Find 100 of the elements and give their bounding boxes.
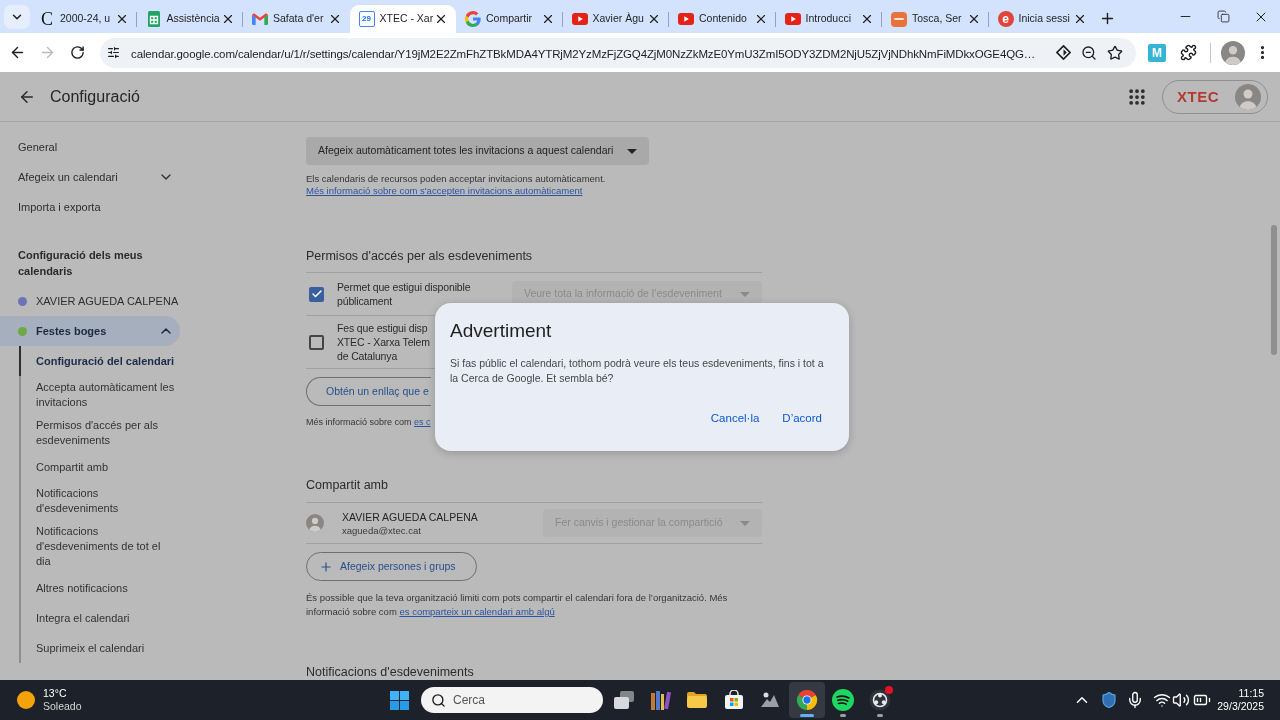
stacked-windows-icon — [613, 690, 636, 710]
video-play-icon — [678, 13, 694, 25]
video-play-icon — [784, 13, 801, 25]
clock-time: 11:15 — [1238, 687, 1264, 700]
browser-tab[interactable]: Tosca, Ser — [882, 5, 989, 33]
browser-tab[interactable]: Contenido — [669, 5, 776, 33]
apps-grid-icon[interactable] — [1127, 86, 1147, 107]
sliders-icon[interactable] — [106, 46, 120, 59]
caret-down-icon — [740, 291, 750, 297]
settings-nav-link[interactable]: Notificacions d'esdeveniments de tot el dia — [19, 520, 178, 573]
shopping-bag-icon — [723, 690, 744, 710]
checkbox[interactable] — [309, 286, 324, 302]
browser-tab[interactable]: Introducci — [775, 5, 882, 33]
page-title: Configuració — [50, 86, 140, 107]
close-icon[interactable] — [1073, 12, 1087, 26]
browser-tab[interactable]: Assistència — [136, 5, 243, 33]
address-bar[interactable]: calendar.google.com/calendar/u/1/r/settings/calendar/Y19jM2E2ZmFhZTBkMDA4YTRjM2YzMzFjZGQ4ZjM0NzZkMzE0YmU3ZmI5ODY3ZDM2NjU5ZjVjNDhkNmFiMDkxOGE4QG… — [100, 37, 1136, 68]
section-heading: Compartit amb — [306, 477, 388, 494]
temperature-text: 13°C — [43, 687, 68, 700]
new-tab-icon[interactable] — [1099, 10, 1116, 27]
checkbox-label: Fes que estigui disp XTEC - Xarxa Telem de Catalunya — [337, 321, 430, 363]
settings-nav-link[interactable]: Accepta automàticament les invitacions — [19, 376, 178, 414]
browser-tab[interactable]: Compartir — [456, 5, 563, 33]
mail-icon — [252, 13, 268, 25]
help-text: És possible que la teva organització limiti com pots compartir el calendari fora de l’organització. Més informació sobre com es comparteix un calendari amb algú — [306, 591, 729, 619]
g-logo-icon — [465, 11, 481, 27]
section-heading: Notificacions d'esdeveniments — [306, 665, 474, 680]
taskbar-search-field[interactable]: Cerca — [421, 687, 603, 713]
settings-nav-link[interactable]: Integra el calendari — [19, 603, 178, 633]
close-icon[interactable] — [860, 12, 874, 26]
profile-avatar-icon — [1221, 40, 1245, 65]
sidebar-item[interactable]: Importa i exporta — [0, 192, 180, 222]
books-icon — [649, 690, 672, 710]
settings-nav-link[interactable]: Suprimeix el calendari — [19, 633, 178, 663]
taskbar-app-button[interactable] — [788, 682, 825, 718]
shield-icon[interactable] — [1100, 691, 1119, 709]
settings-nav-link[interactable]: Altres notificacions — [19, 573, 178, 603]
tab-search-button[interactable] — [4, 5, 30, 29]
search-icon — [431, 692, 446, 708]
calendar-item[interactable]: Festes boges — [0, 316, 180, 346]
wifi-icon[interactable] — [1153, 691, 1172, 709]
browser-tab[interactable]: e Inicia sessi — [988, 5, 1095, 33]
account-avatar-icon — [1235, 83, 1261, 110]
calendar-item[interactable]: XAVIER AGUEDA CALPENA — [0, 286, 180, 316]
get-link-button[interactable]: Obtén un enllaç que e — [306, 377, 431, 406]
help-link[interactable]: es c — [414, 417, 431, 427]
close-icon[interactable] — [647, 12, 661, 26]
diamond-icon[interactable] — [1055, 45, 1071, 60]
url-text: calendar.google.com/calendar/u/1/r/settings/calendar/Y19jM2E2ZmFhZTBkMDA4YTRjM2YzMzFjZGQ4ZjM0NzZkMzE0YmU3ZmI5ODY3ZDM2NjU5ZjVjNDhkNmFiMDkxOGE4QG… — [131, 47, 1036, 60]
person-email: xagueda@xtec.cat — [342, 523, 422, 537]
close-icon[interactable] — [434, 12, 448, 26]
sidebar-item[interactable]: Afegeix un calendari — [0, 162, 180, 192]
checkbox-label: Permet que estigui disponible públicament — [337, 280, 471, 308]
picture-icon — [759, 690, 782, 710]
spotify-icon — [832, 689, 855, 711]
browser-tab[interactable]: C 2000-24, u — [30, 5, 137, 33]
spreadsheet-icon — [147, 11, 160, 27]
sidebar-item[interactable]: General — [0, 132, 180, 162]
section-heading: Permisos d'accés per als esdeveniments — [306, 248, 533, 265]
settings-nav-link[interactable]: Configuració del calendari — [19, 346, 178, 376]
folder-icon — [686, 691, 709, 709]
plus-icon — [319, 559, 333, 574]
star-icon[interactable] — [1107, 44, 1123, 61]
person-name: XAVIER AGUEDA CALPENA — [342, 509, 479, 524]
zoom-out-icon[interactable] — [1081, 44, 1097, 61]
restore-icon[interactable] — [1216, 10, 1230, 23]
close-icon[interactable] — [221, 12, 235, 26]
browser-tab[interactable]: 29 XTEC - Xar — [349, 5, 456, 33]
help-link[interactable]: Més informació sobre com s'accepten invitacions automàticament — [306, 185, 583, 196]
weather-condition: Soleado — [43, 700, 82, 713]
dialog-button[interactable]: D’acord — [772, 404, 832, 434]
settings-nav-link[interactable]: Compartit amb — [19, 452, 178, 482]
reload-icon[interactable] — [69, 45, 85, 60]
dialog-message: Si fas públic el calendari, tothom podrà veure els teus esdeveniments, fins i tot a la Cerca de Google. Et sembla bé? — [450, 356, 825, 386]
browser-tab[interactable]: Safata d'er — [243, 5, 350, 33]
settings-nav-link[interactable]: Permisos d'accés per als esdeveniments — [19, 414, 178, 452]
checkmark-icon — [310, 288, 323, 300]
settings-nav-link[interactable]: Notificacions d'esdeveniments — [19, 482, 178, 520]
auto-accept-dropdown[interactable]: Afegeix automàticament totes les invitacions a aquest calendari — [306, 137, 650, 165]
help-link[interactable]: es comparteix un calendari amb algú — [399, 606, 555, 617]
help-text: Més informació sobre com es c — [306, 416, 431, 428]
dialog-button[interactable]: Cancel·la — [700, 404, 770, 434]
puzzle-icon[interactable] — [1179, 44, 1197, 61]
ring-icon — [868, 689, 891, 711]
help-text: Els calendaris de recursos poden acceptar invitacions automàticament. Més informació sobre com s'accepten invitacions automàticament — [306, 173, 607, 197]
speaker-icon[interactable] — [1172, 691, 1191, 709]
sun-icon — [17, 691, 35, 709]
letter-logo-icon: e — [997, 11, 1014, 27]
four-squares-icon[interactable] — [389, 690, 409, 710]
caret-down-icon — [627, 148, 638, 154]
browser-tab[interactable]: Xavier Àgu — [562, 5, 669, 33]
scrollbar-thumb[interactable] — [1271, 225, 1277, 355]
video-play-icon — [571, 13, 588, 25]
checkbox[interactable] — [309, 334, 324, 350]
person-avatar-icon — [306, 514, 324, 532]
caret-down-icon — [740, 520, 750, 526]
tile-icon — [891, 11, 907, 27]
search-input[interactable]: Cerca — [453, 690, 593, 710]
clock-date: 29/3/2025 — [1217, 700, 1264, 713]
letter-logo-icon: C — [39, 11, 55, 27]
